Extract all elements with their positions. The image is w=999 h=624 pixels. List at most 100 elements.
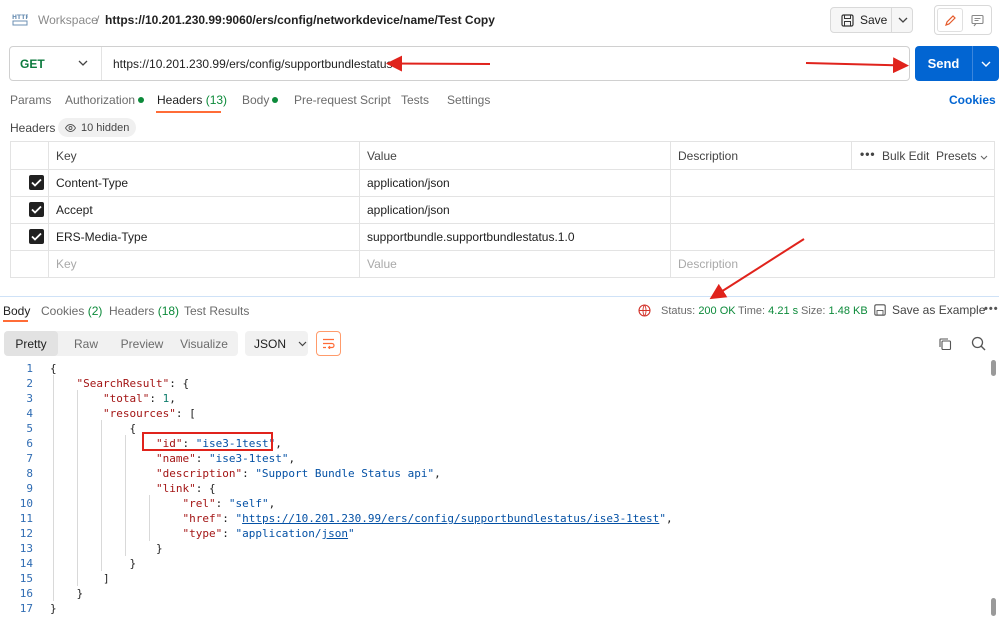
checkmark-icon xyxy=(31,205,42,214)
json-string-part: json xyxy=(321,527,349,540)
mode-toggle xyxy=(934,5,992,35)
row-divider xyxy=(11,196,994,197)
save-as-example-button[interactable]: Save as Example xyxy=(874,303,985,317)
search-icon[interactable] xyxy=(971,336,986,351)
tab-headers-count: (13) xyxy=(205,93,228,107)
column-header-value: Value xyxy=(367,149,397,163)
chevron-down-icon xyxy=(78,60,88,66)
new-header-key-input[interactable]: Key xyxy=(56,257,77,271)
status-label: Status: xyxy=(661,305,696,317)
row-divider xyxy=(11,223,994,224)
response-tab-cookies[interactable]: Cookies (2) xyxy=(41,304,102,318)
wrap-icon xyxy=(323,338,335,349)
line-number: 14 xyxy=(19,557,33,570)
checkmark-icon xyxy=(31,232,42,241)
column-divider xyxy=(851,142,852,169)
bulk-edit-button[interactable]: Bulk Edit xyxy=(882,149,929,163)
view-visualize[interactable]: Visualize xyxy=(170,331,238,356)
header-enabled-checkbox[interactable] xyxy=(29,202,44,217)
copy-icon[interactable] xyxy=(938,337,952,351)
presets-label: Presets xyxy=(936,149,977,163)
tab-params[interactable]: Params xyxy=(10,93,51,107)
response-tab-headers[interactable]: Headers (18) xyxy=(109,304,179,318)
globe-off-icon[interactable] xyxy=(638,304,651,317)
status-value: 200 OK xyxy=(698,305,736,317)
edit-mode-button[interactable] xyxy=(937,8,963,32)
request-title[interactable]: https://10.201.230.99:9060/ers/config/ne… xyxy=(105,13,495,27)
chevron-down-icon xyxy=(298,341,307,346)
code-line: } xyxy=(50,557,137,570)
comments-button[interactable] xyxy=(965,8,990,32)
line-number: 15 xyxy=(19,572,33,585)
code-line: "link": { xyxy=(155,482,216,495)
send-button[interactable]: Send xyxy=(915,46,973,81)
tab-tests[interactable]: Tests xyxy=(401,93,429,107)
checkmark-icon xyxy=(31,178,42,187)
header-value[interactable]: application/json xyxy=(367,176,450,190)
tab-settings[interactable]: Settings xyxy=(447,93,490,107)
column-header-description: Description xyxy=(678,149,739,163)
tab-body[interactable]: Body xyxy=(242,93,279,107)
presets-dropdown[interactable]: Presets xyxy=(936,149,988,163)
new-header-value-input[interactable]: Value xyxy=(367,257,397,271)
send-button-group: Send xyxy=(915,46,999,81)
pencil-icon xyxy=(944,14,956,26)
line-number: 13 xyxy=(19,542,33,555)
code-line: "rel": "self", xyxy=(182,497,276,510)
send-options-button[interactable] xyxy=(973,46,999,81)
code-line: "type": "application/json" xyxy=(182,527,355,540)
save-button[interactable]: Save xyxy=(831,8,892,32)
header-enabled-checkbox[interactable] xyxy=(29,175,44,190)
breadcrumb-workspace[interactable]: Workspace xyxy=(38,13,98,27)
header-key[interactable]: Accept xyxy=(56,203,93,217)
column-divider xyxy=(48,142,49,277)
comment-icon xyxy=(971,14,984,26)
code-line: ] xyxy=(50,572,110,585)
column-divider xyxy=(670,142,671,277)
new-header-description-input[interactable]: Description xyxy=(678,257,738,271)
tab-authorization-label: Authorization xyxy=(65,93,136,107)
header-enabled-checkbox[interactable] xyxy=(29,229,44,244)
view-preview[interactable]: Preview xyxy=(114,331,170,356)
scrollbar-thumb[interactable] xyxy=(991,360,996,376)
header-key[interactable]: Content-Type xyxy=(56,176,128,190)
code-line: "total": 1, xyxy=(102,392,176,405)
save-options-button[interactable] xyxy=(893,8,913,32)
method-select[interactable]: GET xyxy=(10,47,102,80)
response-body-editor[interactable]: 1 2 3 4 5 6 7 8 9 10 11 12 13 14 15 16 1… xyxy=(0,362,990,624)
tab-authorization[interactable]: Authorization xyxy=(65,93,145,107)
time-readout: Time: 4.21 s xyxy=(738,305,798,317)
header-value[interactable]: supportbundle.supportbundlestatus.1.0 xyxy=(367,230,575,244)
view-pretty[interactable]: Pretty xyxy=(4,331,58,356)
tab-pre-request-script[interactable]: Pre-request Script xyxy=(294,93,391,107)
more-options-icon[interactable]: ••• xyxy=(984,303,999,315)
cookies-link[interactable]: Cookies xyxy=(949,93,996,107)
code-line: "name": "ise3-1test", xyxy=(155,452,296,465)
scrollbar-thumb[interactable] xyxy=(991,598,996,616)
code-line: } xyxy=(50,542,163,555)
tab-headers[interactable]: Headers (13) xyxy=(157,93,227,107)
headers-table: Key Value Description ••• Bulk Edit Pres… xyxy=(10,141,995,278)
response-tab-test-results[interactable]: Test Results xyxy=(184,304,249,318)
chevron-down-icon xyxy=(980,155,988,160)
json-key: "name" xyxy=(155,452,196,465)
pane-divider[interactable] xyxy=(0,296,999,297)
wrap-lines-button[interactable] xyxy=(316,331,341,356)
json-string-part: " xyxy=(348,527,355,540)
url-bar: GET https://10.201.230.99/ers/config/sup… xyxy=(9,46,910,81)
url-input[interactable]: https://10.201.230.99/ers/config/support… xyxy=(113,57,393,71)
view-raw[interactable]: Raw xyxy=(58,331,114,356)
response-tab-body[interactable]: Body xyxy=(3,304,30,318)
header-key[interactable]: ERS-Media-Type xyxy=(56,230,147,244)
line-number: 12 xyxy=(19,527,33,540)
line-number: 9 xyxy=(26,482,33,495)
method-value: GET xyxy=(20,56,45,71)
hidden-headers-toggle[interactable]: 10 hidden xyxy=(58,118,137,137)
format-select[interactable]: JSON xyxy=(245,331,308,356)
line-number: 6 xyxy=(26,437,33,450)
more-options-icon[interactable]: ••• xyxy=(860,147,876,161)
tab-headers-label: Headers xyxy=(157,93,203,107)
header-value[interactable]: application/json xyxy=(367,203,450,217)
line-number: 3 xyxy=(26,392,33,405)
href-link[interactable]: https://10.201.230.99/ers/config/support… xyxy=(242,512,659,525)
